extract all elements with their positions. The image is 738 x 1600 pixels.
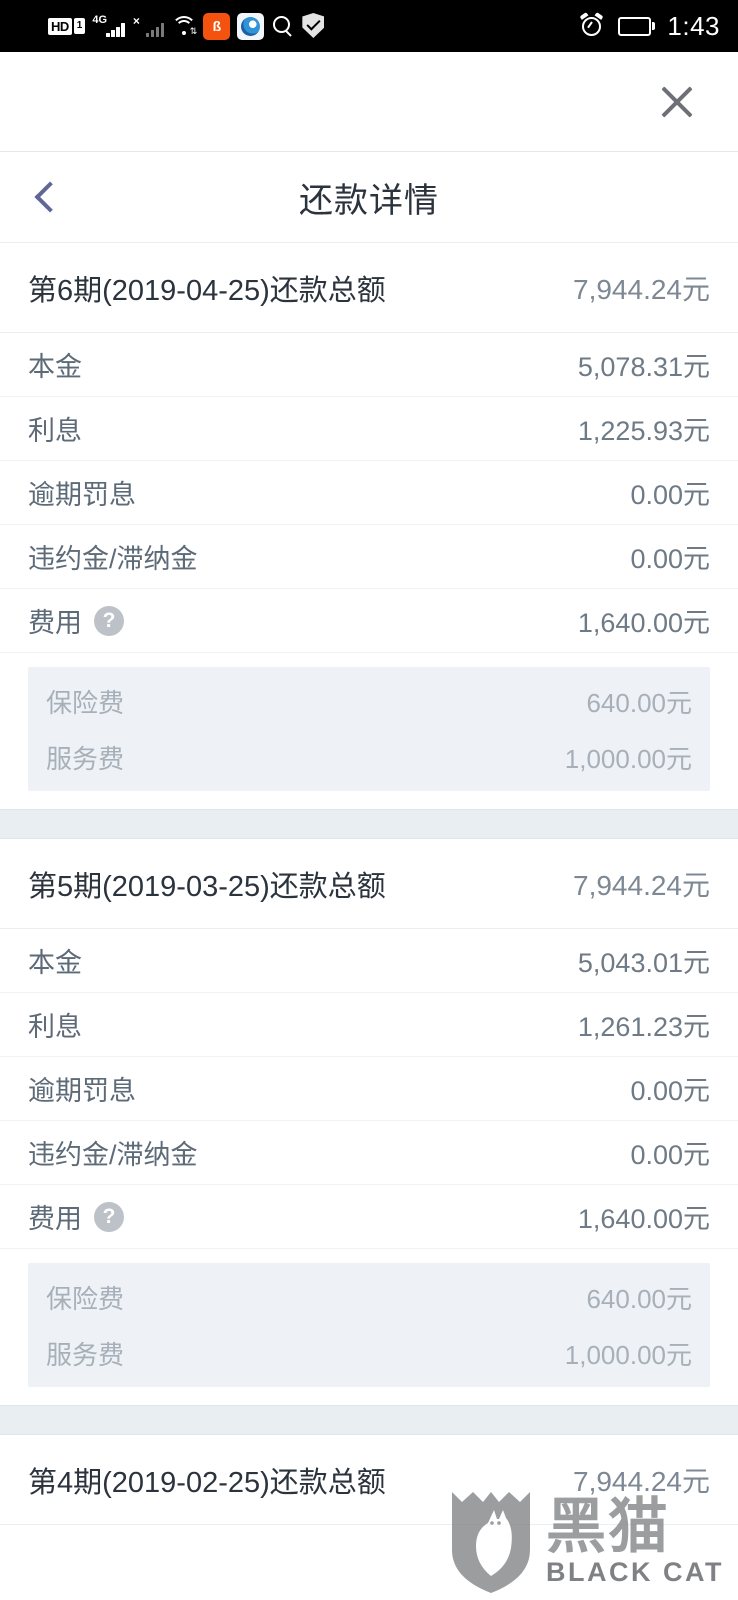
app-orange-glyph: ß <box>212 18 222 34</box>
fee-breakdown-panel: 保险费 640.00元 服务费 1,000.00元 <box>28 1263 710 1387</box>
hd-volte-icon: HD 1 <box>48 17 86 35</box>
detail-row-label: 本金 <box>28 948 82 978</box>
detail-row-value: 0.00元 <box>630 1076 710 1106</box>
network-type-label: 4G <box>92 14 108 26</box>
fee-breakdown-row: 保险费 640.00元 <box>28 673 710 729</box>
fee-breakdown-value: 1,000.00元 <box>564 743 692 774</box>
detail-row-label: 逾期罚息 <box>28 1076 136 1106</box>
detail-row-value: 5,078.31元 <box>577 352 710 382</box>
fee-breakdown-label: 服务费 <box>46 743 125 774</box>
detail-row-value: 0.00元 <box>630 480 710 510</box>
webview-topbar <box>0 52 738 152</box>
search-icon <box>271 14 295 38</box>
alarm-icon <box>579 12 606 39</box>
detail-row-label: 逾期罚息 <box>28 480 136 510</box>
detail-row-label: 本金 <box>28 352 82 382</box>
close-icon[interactable] <box>654 79 700 125</box>
back-arrow-icon[interactable] <box>36 184 62 210</box>
status-bar-clock: 1:43 <box>667 11 720 41</box>
fee-breakdown-label: 服务费 <box>46 1339 125 1370</box>
app-orange-icon: ß <box>203 12 231 40</box>
app-blue-swirl <box>241 16 261 36</box>
period-total-amount: 7,944.24元 <box>573 1465 710 1497</box>
detail-row: 逾期罚息 0.00元 <box>0 1057 738 1121</box>
battery-icon <box>617 16 656 36</box>
detail-row-label: 违约金/滞纳金 <box>28 544 198 574</box>
fee-breakdown-panel: 保险费 640.00元 服务费 1,000.00元 <box>28 667 710 791</box>
repayment-period-section: 第5期(2019-03-25)还款总额 7,944.24元 本金 5,043.0… <box>0 839 738 1387</box>
watermark-en-text: BLACK CAT <box>546 1557 724 1587</box>
fee-breakdown-label: 保险费 <box>46 1283 125 1314</box>
sim-label: 1 <box>73 18 86 34</box>
detail-row-label-wrap: 费用 ? <box>28 601 124 640</box>
period-header[interactable]: 第5期(2019-03-25)还款总额 7,944.24元 <box>0 839 738 929</box>
wifi-icon: ⇅ <box>171 16 197 36</box>
detail-row: 逾期罚息 0.00元 <box>0 461 738 525</box>
detail-row: 违约金/滞纳金 0.00元 <box>0 525 738 589</box>
detail-row: 本金 5,078.31元 <box>0 333 738 397</box>
detail-row-value: 1,640.00元 <box>577 608 710 638</box>
signal-4g-icon: 4G <box>92 14 125 37</box>
detail-row-label: 利息 <box>28 416 82 446</box>
detail-row-label-wrap: 费用 ? <box>28 1197 124 1236</box>
detail-row-value: 1,225.93元 <box>577 416 710 446</box>
detail-row: 本金 5,043.01元 <box>0 929 738 993</box>
detail-row-value: 5,043.01元 <box>577 948 710 978</box>
signal-no-service-icon: × <box>132 15 165 37</box>
detail-row-label: 利息 <box>28 1012 82 1042</box>
fee-breakdown-value: 640.00元 <box>586 1283 692 1314</box>
no-service-mark: × <box>132 14 140 28</box>
app-header: 还款详情 <box>0 152 738 243</box>
detail-row: 违约金/滞纳金 0.00元 <box>0 1121 738 1185</box>
hd-label: HD <box>48 17 72 35</box>
detail-row-value: 0.00元 <box>630 544 710 574</box>
period-header[interactable]: 第6期(2019-04-25)还款总额 7,944.24元 <box>0 243 738 333</box>
status-bar-left-icons: HD 1 4G × ⇅ ß <box>48 12 326 40</box>
repayment-period-section: 第6期(2019-04-25)还款总额 7,944.24元 本金 5,078.3… <box>0 243 738 791</box>
fee-breakdown-value: 640.00元 <box>586 687 692 718</box>
detail-row-value: 1,261.23元 <box>577 1012 710 1042</box>
fee-breakdown-row: 服务费 1,000.00元 <box>28 1325 710 1381</box>
app-blue-icon <box>237 12 265 40</box>
period-title: 第6期(2019-04-25)还款总额 <box>28 274 386 307</box>
help-question-icon[interactable]: ? <box>94 1201 124 1232</box>
fee-breakdown-row: 保险费 640.00元 <box>28 1269 710 1325</box>
period-header[interactable]: 第4期(2019-02-25)还款总额 7,944.24元 <box>0 1435 738 1525</box>
detail-row-label: 费用 <box>28 1204 82 1234</box>
detail-row-fees: 费用 ? 1,640.00元 <box>0 1185 738 1249</box>
signal-bars <box>106 22 125 37</box>
signal-bars-inactive <box>145 22 165 37</box>
detail-row-value: 0.00元 <box>630 1140 710 1170</box>
page-title: 还款详情 <box>299 181 439 220</box>
fee-breakdown-label: 保险费 <box>46 687 125 718</box>
section-divider <box>0 1405 738 1435</box>
detail-row: 利息 1,261.23元 <box>0 993 738 1057</box>
section-divider <box>0 809 738 839</box>
detail-row-label: 违约金/滞纳金 <box>28 1140 198 1170</box>
repayment-detail-list: 第6期(2019-04-25)还款总额 7,944.24元 本金 5,078.3… <box>0 243 738 1525</box>
detail-row-value: 1,640.00元 <box>577 1204 710 1234</box>
detail-row: 利息 1,225.93元 <box>0 397 738 461</box>
repayment-period-section: 第4期(2019-02-25)还款总额 7,944.24元 <box>0 1435 738 1525</box>
help-question-icon[interactable]: ? <box>94 605 124 636</box>
detail-row-label: 费用 <box>28 608 82 638</box>
status-bar-right-icons: 1:43 <box>579 11 720 41</box>
period-total-amount: 7,944.24元 <box>573 869 710 901</box>
detail-row-fees: 费用 ? 1,640.00元 <box>0 589 738 653</box>
shield-check-icon <box>302 13 326 39</box>
fee-breakdown-value: 1,000.00元 <box>564 1339 692 1370</box>
fee-breakdown-row: 服务费 1,000.00元 <box>28 729 710 785</box>
period-title: 第5期(2019-03-25)还款总额 <box>28 870 386 903</box>
android-status-bar: HD 1 4G × ⇅ ß 1:43 <box>0 0 738 52</box>
period-title: 第4期(2019-02-25)还款总额 <box>28 1466 386 1499</box>
period-total-amount: 7,944.24元 <box>573 273 710 305</box>
